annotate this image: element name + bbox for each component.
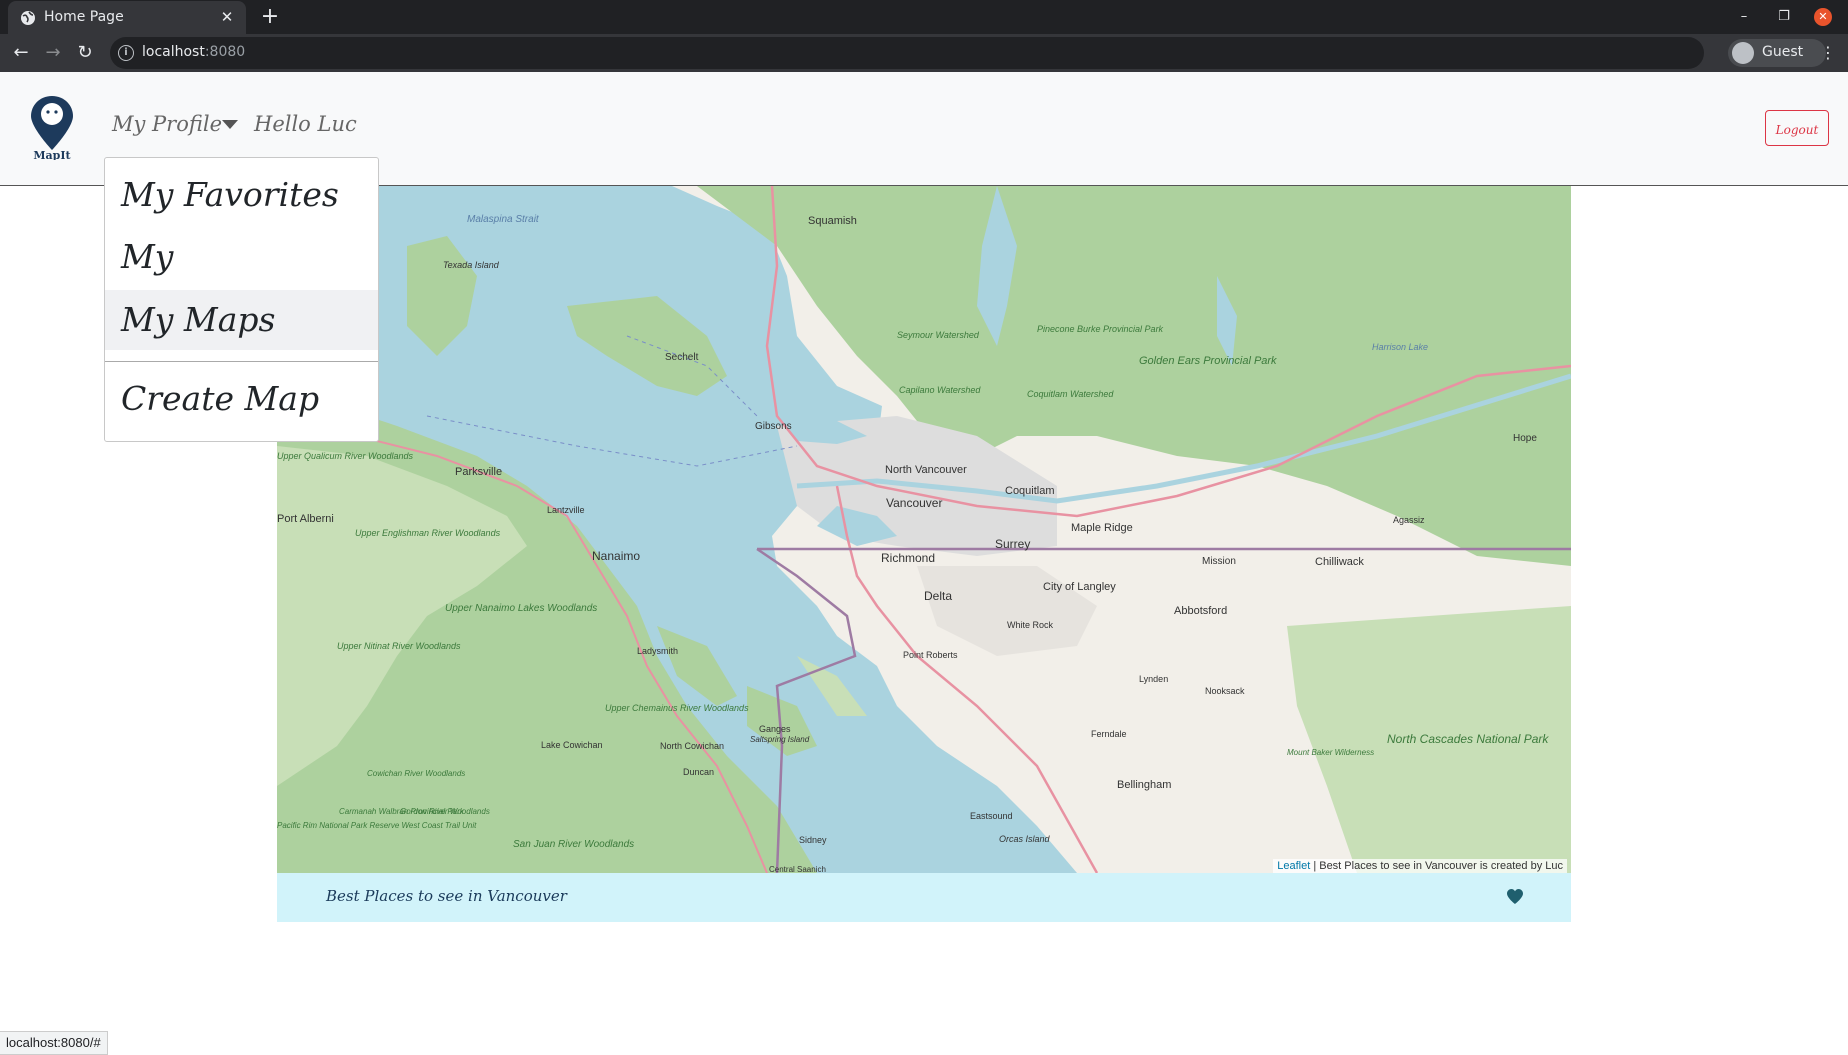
map-label: Maple Ridge	[1071, 522, 1133, 534]
map-label: Upper Chemainus River Woodlands	[605, 703, 749, 713]
map-label: San Juan River Woodlands	[513, 839, 634, 850]
globe-icon	[21, 11, 35, 25]
map-label: Ferndale	[1091, 729, 1127, 739]
map-label: Bellingham	[1117, 779, 1171, 791]
map-label: Coquitlam	[1005, 485, 1055, 497]
brand-text: MapIt	[33, 149, 71, 160]
close-window-icon[interactable]: ✕	[1814, 8, 1832, 26]
dropdown-item-my-contributions[interactable]: My Contributions	[105, 227, 378, 336]
url-text: localhost:8080	[142, 44, 246, 60]
map-label: Upper Nanaimo Lakes Woodlands	[445, 603, 597, 614]
map-label: Sidney	[799, 835, 827, 845]
map-label: Gordon River Woodlands	[400, 807, 490, 816]
map-label: North Cowichan	[660, 741, 724, 751]
dropdown-item-my-favorites[interactable]: My Favorites	[105, 165, 378, 225]
map-label: Upper Nitinat River Woodlands	[337, 641, 461, 651]
map-label: Nooksack	[1205, 686, 1245, 696]
caret-down-icon[interactable]	[222, 120, 238, 129]
browser-tab-strip: Home Page ✕ + – ❐ ✕	[0, 0, 1848, 34]
map-title: Best Places to see in Vancouver	[326, 887, 567, 905]
map-label: Vancouver	[886, 496, 942, 510]
menu-icon[interactable]: ⋮	[1818, 43, 1838, 63]
map-label: Ladysmith	[637, 646, 678, 656]
map-label: Seymour Watershed	[897, 330, 980, 340]
logout-button[interactable]: Logout	[1765, 110, 1829, 146]
map-label: Upper Englishman River Woodlands	[355, 528, 501, 538]
map-label: Surrey	[995, 537, 1030, 551]
map-label: Lake Cowichan	[541, 740, 603, 750]
map-label: Harrison Lake	[1372, 342, 1428, 352]
heart-icon[interactable]	[1505, 887, 1525, 907]
greeting-text: Hello Luc	[254, 112, 357, 136]
map-label: Golden Ears Provincial Park	[1139, 355, 1277, 367]
attribution-text: | Best Places to see in Vancouver is cre…	[1313, 860, 1563, 872]
tab-close-icon[interactable]: ✕	[218, 8, 236, 26]
map-label: Malaspina Strait	[467, 214, 540, 225]
map-label: Pinecone Burke Provincial Park	[1037, 324, 1164, 334]
map-card-footer: Best Places to see in Vancouver	[277, 873, 1571, 922]
map-label: Richmond	[881, 551, 935, 565]
address-bar[interactable]: i localhost:8080	[110, 37, 1811, 69]
browser-status-bar: localhost:8080/#	[0, 1031, 108, 1055]
reload-icon[interactable]: ↻	[72, 40, 98, 66]
map-label: Delta	[924, 589, 952, 603]
map-label: Ganges	[759, 724, 791, 734]
dropdown-item-my-maps[interactable]: My Maps	[105, 290, 378, 350]
map-label: Orcas Island	[999, 834, 1051, 844]
map-label: Agassiz	[1393, 515, 1425, 525]
leaflet-link[interactable]: Leaflet	[1277, 860, 1310, 872]
map-label: Capilano Watershed	[899, 385, 981, 395]
browser-toolbar: ← → ↻ i localhost:8080 Guest ⋮	[0, 34, 1848, 72]
info-icon[interactable]: i	[118, 45, 134, 61]
map-label: Point Roberts	[903, 650, 958, 660]
dropdown-item-create-map[interactable]: Create Map	[105, 369, 378, 429]
map-label: Duncan	[683, 767, 714, 777]
map-label: City of Langley	[1043, 581, 1116, 593]
map-label: North Vancouver	[885, 464, 967, 476]
profile-label: Guest	[1762, 44, 1804, 60]
map-label: Mount Baker Wilderness	[1287, 748, 1374, 757]
my-profile-link[interactable]: My Profile	[112, 112, 222, 136]
map-view[interactable]: Squamish Malaspina Strait Texada Island …	[277, 186, 1571, 873]
map-label: Sechelt	[665, 352, 699, 363]
map-label: Lantzville	[547, 505, 585, 515]
dropdown-divider	[105, 361, 378, 362]
map-label: Eastsound	[970, 811, 1013, 821]
map-attribution: Leaflet | Best Places to see in Vancouve…	[1273, 859, 1567, 873]
restore-icon[interactable]: ❐	[1772, 6, 1796, 28]
avatar	[1732, 42, 1754, 64]
map-label: Chilliwack	[1315, 556, 1364, 568]
map-label: Coquitlam Watershed	[1027, 389, 1114, 399]
minimize-icon[interactable]: –	[1732, 6, 1756, 28]
back-icon[interactable]: ←	[8, 40, 34, 66]
browser-tab[interactable]: Home Page ✕	[8, 1, 246, 34]
map-label: Pacific Rim National Park Reserve West C…	[277, 821, 477, 830]
map-label: Mission	[1202, 556, 1236, 567]
map-label: Central Saanich	[769, 865, 826, 873]
new-tab-icon[interactable]: +	[258, 5, 282, 29]
brand-logo[interactable]: MapIt	[22, 94, 82, 160]
map-label: Upper Qualicum River Woodlands	[277, 451, 414, 461]
map-labels: Squamish Malaspina Strait Texada Island …	[277, 214, 1549, 873]
map-label: Saltspring Island	[750, 735, 810, 744]
map-label: White Rock	[1007, 620, 1054, 630]
map-label: Texada Island	[443, 260, 500, 270]
tab-title: Home Page	[44, 9, 124, 25]
map-label: Hope	[1513, 433, 1537, 444]
map-label: Cowichan River Woodlands	[367, 769, 465, 778]
map-label: Parksville	[455, 466, 502, 478]
map-label: Nanaimo	[592, 549, 640, 563]
profile-button[interactable]: Guest	[1728, 39, 1826, 67]
map-label: Port Alberni	[277, 513, 334, 525]
map-label: Gibsons	[755, 421, 792, 432]
forward-icon[interactable]: →	[40, 40, 66, 66]
map-label: Abbotsford	[1174, 605, 1227, 617]
profile-dropdown: My Favorites My Contributions My Maps Cr…	[104, 157, 379, 442]
map-label: North Cascades National Park	[1387, 732, 1549, 746]
map-label: Lynden	[1139, 674, 1168, 684]
map-label: Squamish	[808, 215, 857, 227]
